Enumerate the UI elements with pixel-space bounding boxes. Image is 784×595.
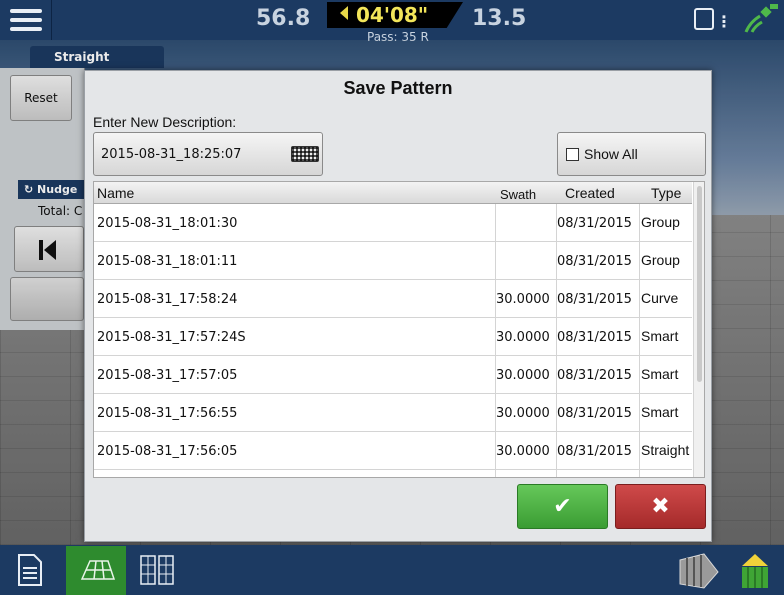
description-value: 2015-08-31_18:25:07: [101, 147, 242, 162]
row-created: 08/31/2015: [557, 330, 632, 345]
table-row[interactable]: 2015-08-31_18:01:11 08/31/2015 Group: [94, 242, 692, 280]
close-icon: ✖: [651, 494, 670, 519]
coverage-icon[interactable]: [678, 552, 720, 590]
row-type: Smart: [641, 404, 679, 420]
map-view-icon: [80, 560, 116, 580]
row-swath: 30.0000: [496, 330, 550, 345]
dialog-title: Save Pattern: [343, 78, 453, 98]
column-header-swath[interactable]: Swath: [500, 187, 536, 202]
confirm-button[interactable]: ✔: [517, 484, 608, 529]
table-row[interactable]: 2015-08-31_17:56:55 30.0000 08/31/2015 S…: [94, 394, 692, 432]
menu-button[interactable]: [0, 0, 52, 40]
row-type: Smart: [641, 366, 679, 382]
row-created: 08/31/2015: [557, 444, 632, 459]
menu-icon-line: [10, 18, 42, 22]
row-name: 2015-08-31_17:57:24S: [97, 330, 246, 345]
document-icon[interactable]: [18, 554, 42, 586]
row-created: 08/31/2015: [557, 406, 632, 421]
column-header-type[interactable]: Type: [651, 185, 681, 201]
keyboard-icon[interactable]: [291, 146, 319, 162]
speed-readout-right: 13.5: [472, 6, 527, 31]
top-bar: 56.8 04'08" 13.5 Pass: 35 R ⋮: [0, 0, 784, 44]
row-type: Smart: [641, 328, 679, 344]
column-header-name[interactable]: Name: [97, 185, 134, 201]
row-swath: 30.0000: [496, 444, 550, 459]
row-created: 08/31/2015: [557, 368, 632, 383]
show-all-label: Show All: [584, 146, 638, 162]
row-name: 2015-08-31_17:56:55: [97, 406, 238, 421]
pattern-table: Name Swath Created Type 2015-08-31_18:01…: [93, 181, 705, 478]
timer-arrow-icon: [340, 6, 348, 20]
checkbox-icon[interactable]: [566, 148, 579, 161]
table-header: Name Swath Created Type: [94, 182, 692, 204]
row-swath: 30.0000: [496, 406, 550, 421]
column-header-created[interactable]: Created: [565, 185, 615, 201]
description-label: Enter New Description:: [93, 114, 237, 130]
split-view-icon[interactable]: [140, 555, 174, 585]
row-name: 2015-08-31_17:57:05: [97, 368, 238, 383]
menu-icon-line: [10, 27, 42, 31]
row-created: 08/31/2015: [557, 254, 632, 269]
row-name: 2015-08-31_17:56:05: [97, 444, 238, 459]
device-status-icon: ⋮: [716, 12, 732, 31]
row-created: 08/31/2015: [557, 216, 632, 231]
row-swath: 30.0000: [496, 368, 550, 383]
table-row[interactable]: 2015-08-31_18:01:30 08/31/2015 Group: [94, 204, 692, 242]
row-type: Group: [641, 214, 680, 230]
table-row[interactable]: 2015-08-31_17:57:24S 30.0000 08/31/2015 …: [94, 318, 692, 356]
show-all-toggle[interactable]: Show All: [557, 132, 706, 176]
row-name: 2015-08-31_17:58:24: [97, 292, 238, 307]
menu-icon-line: [10, 9, 42, 13]
row-name: 2015-08-31_18:01:30: [97, 216, 238, 231]
table-row[interactable]: 2015-08-31_17:58:24 30.0000 08/31/2015 C…: [94, 280, 692, 318]
row-name: 2015-08-31_18:01:11: [97, 254, 238, 269]
table-row[interactable]: 2015-08-31_17:56:05 30.0000 08/31/2015 S…: [94, 432, 692, 470]
cancel-button[interactable]: ✖: [615, 484, 706, 529]
row-type: Curve: [641, 290, 679, 306]
table-row[interactable]: 2015-08-31_17:57:05 30.0000 08/31/2015 S…: [94, 356, 692, 394]
scrollbar-thumb[interactable]: [697, 186, 702, 382]
gps-satellite-icon[interactable]: [740, 2, 780, 36]
tractor-icon[interactable]: [738, 552, 772, 590]
description-field[interactable]: 2015-08-31_18:25:07: [93, 132, 323, 176]
speed-readout-left: 56.8: [256, 6, 311, 31]
timer-readout: 04'08": [356, 3, 429, 27]
map-view-tab[interactable]: [66, 546, 126, 595]
row-type: Group: [641, 252, 680, 268]
row-type: Straight: [641, 442, 690, 458]
table-scrollbar[interactable]: [693, 182, 704, 477]
device-icon[interactable]: [694, 8, 714, 30]
check-icon: ✔: [553, 494, 572, 519]
row-created: 08/31/2015: [557, 292, 632, 307]
row-swath: 30.0000: [496, 292, 550, 307]
save-pattern-dialog: Save Pattern Enter New Description: 2015…: [84, 70, 712, 542]
